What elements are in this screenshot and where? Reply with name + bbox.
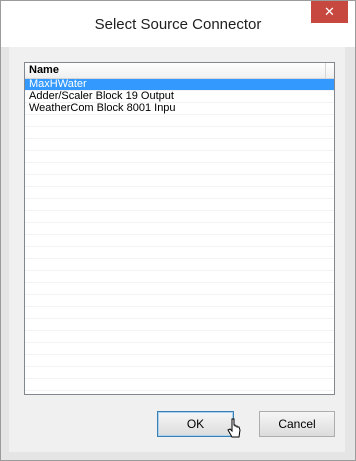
empty-row bbox=[25, 319, 334, 331]
empty-row bbox=[25, 247, 334, 259]
empty-row bbox=[25, 151, 334, 163]
empty-row bbox=[25, 307, 334, 319]
empty-row bbox=[25, 367, 334, 379]
list-rows: MaxHWater Adder/Scaler Block 19 Output Wea… bbox=[25, 79, 334, 394]
empty-row bbox=[25, 199, 334, 211]
empty-row bbox=[25, 379, 334, 391]
empty-row bbox=[25, 283, 334, 295]
cancel-button[interactable]: Cancel bbox=[259, 411, 335, 437]
empty-row bbox=[25, 115, 334, 127]
empty-row bbox=[25, 139, 334, 151]
empty-row bbox=[25, 223, 334, 235]
ok-button[interactable]: OK bbox=[157, 411, 234, 437]
close-icon: ✕ bbox=[324, 4, 335, 19]
list-header: Name bbox=[25, 63, 334, 79]
empty-row bbox=[25, 163, 334, 175]
empty-row bbox=[25, 295, 334, 307]
empty-row bbox=[25, 127, 334, 139]
empty-row bbox=[25, 355, 334, 367]
close-button[interactable]: ✕ bbox=[311, 1, 348, 23]
connector-list[interactable]: Name MaxHWater Adder/Scaler Block 19 Outp… bbox=[24, 62, 335, 395]
column-header-name[interactable]: Name bbox=[25, 63, 326, 78]
empty-row bbox=[25, 391, 334, 394]
mouse-pointer-icon bbox=[227, 418, 241, 438]
title-bar[interactable]: Select Source Connector ✕ bbox=[1, 1, 355, 47]
dialog-title: Select Source Connector bbox=[94, 16, 262, 33]
empty-row bbox=[25, 331, 334, 343]
empty-row bbox=[25, 271, 334, 283]
empty-row bbox=[25, 187, 334, 199]
empty-row bbox=[25, 175, 334, 187]
dialog-window: Select Source Connector ✕ Name MaxHWater… bbox=[0, 0, 356, 461]
empty-row bbox=[25, 259, 334, 271]
list-item[interactable]: WeatherCom Block 8001 Inpu bbox=[25, 103, 334, 115]
empty-row bbox=[25, 235, 334, 247]
empty-row bbox=[25, 343, 334, 355]
empty-row bbox=[25, 211, 334, 223]
